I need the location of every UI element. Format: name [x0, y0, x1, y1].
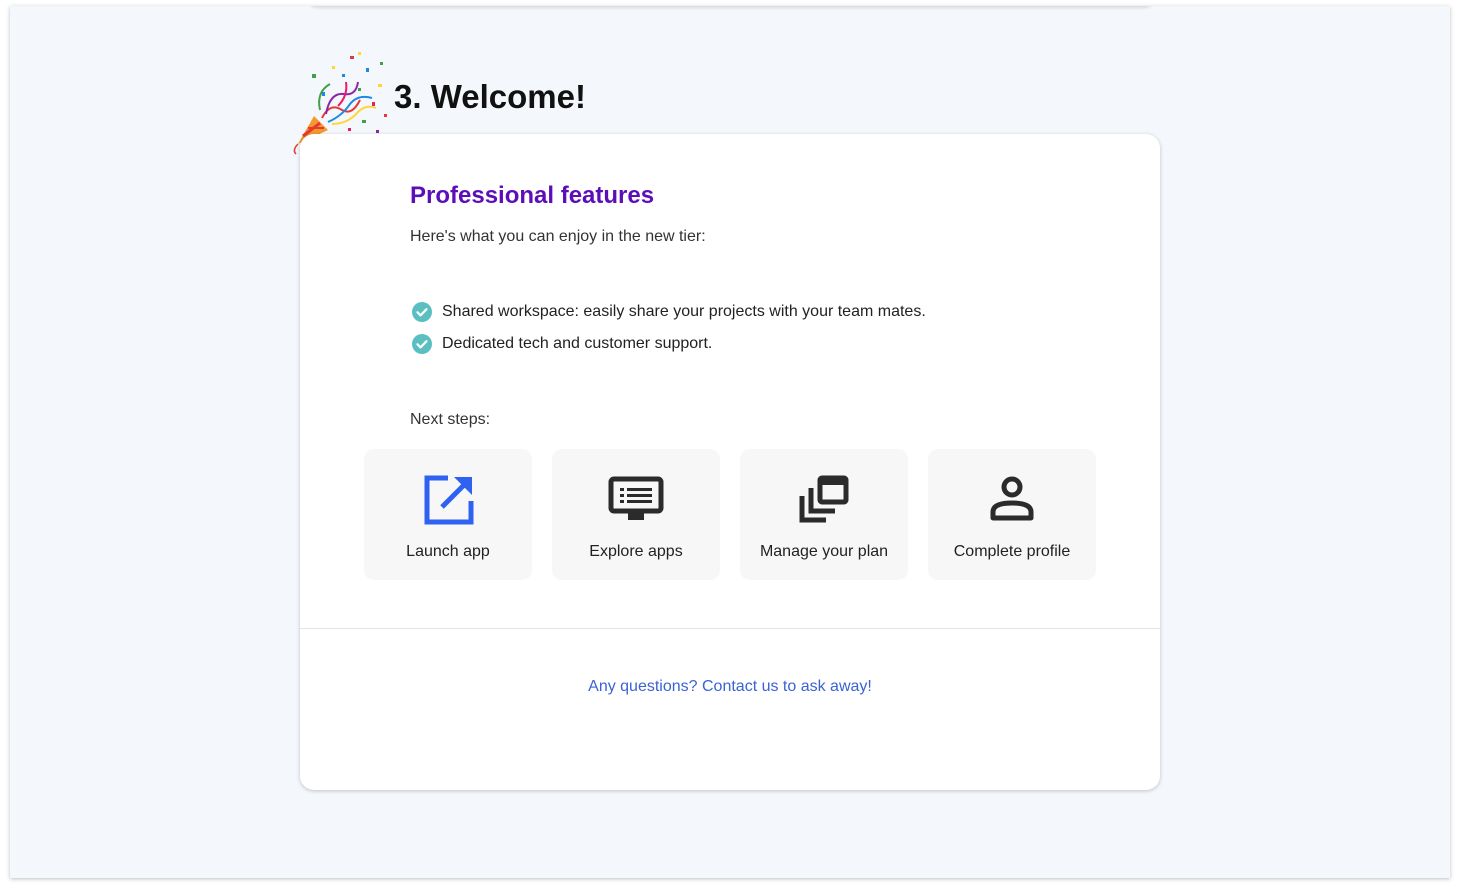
list-item: Shared workspace: easily share your proj…: [412, 296, 926, 328]
check-circle-icon: [412, 302, 432, 322]
feature-text: Dedicated tech and customer support.: [442, 335, 713, 352]
card-title: Professional features: [410, 182, 655, 209]
external-link-icon: [424, 475, 474, 525]
feature-text: Shared workspace: easily share your proj…: [442, 303, 926, 320]
step-label: Complete profile: [953, 543, 1071, 560]
layers-icon: [799, 475, 849, 523]
contact-us-link[interactable]: Any questions? Contact us to ask away!: [300, 678, 1160, 696]
page-title: 3. Welcome!: [394, 78, 586, 115]
welcome-card: Professional features Here's what you ca…: [300, 134, 1160, 790]
step-label: Launch app: [406, 543, 490, 560]
divider: [300, 628, 1160, 629]
explore-apps-button[interactable]: Explore apps: [552, 449, 720, 580]
list-item: Dedicated tech and customer support.: [412, 328, 926, 360]
step-label: Explore apps: [589, 543, 683, 560]
user-icon: [990, 476, 1034, 521]
launch-app-button[interactable]: Launch app: [364, 449, 532, 580]
feature-list: Shared workspace: easily share your proj…: [412, 296, 926, 360]
check-circle-icon: [412, 334, 432, 354]
step-label: Manage your plan: [759, 543, 889, 560]
complete-profile-button[interactable]: Complete profile: [928, 449, 1096, 580]
next-steps: Launch app Explore apps Manage your plan…: [364, 449, 1096, 580]
monitor-list-icon: [608, 476, 664, 520]
next-steps-label: Next steps:: [410, 411, 491, 428]
page-frame: 3. Welcome! Professional features Here's…: [10, 6, 1450, 878]
manage-plan-button[interactable]: Manage your plan: [740, 449, 908, 580]
card-subtitle: Here's what you can enjoy in the new tie…: [410, 228, 706, 245]
